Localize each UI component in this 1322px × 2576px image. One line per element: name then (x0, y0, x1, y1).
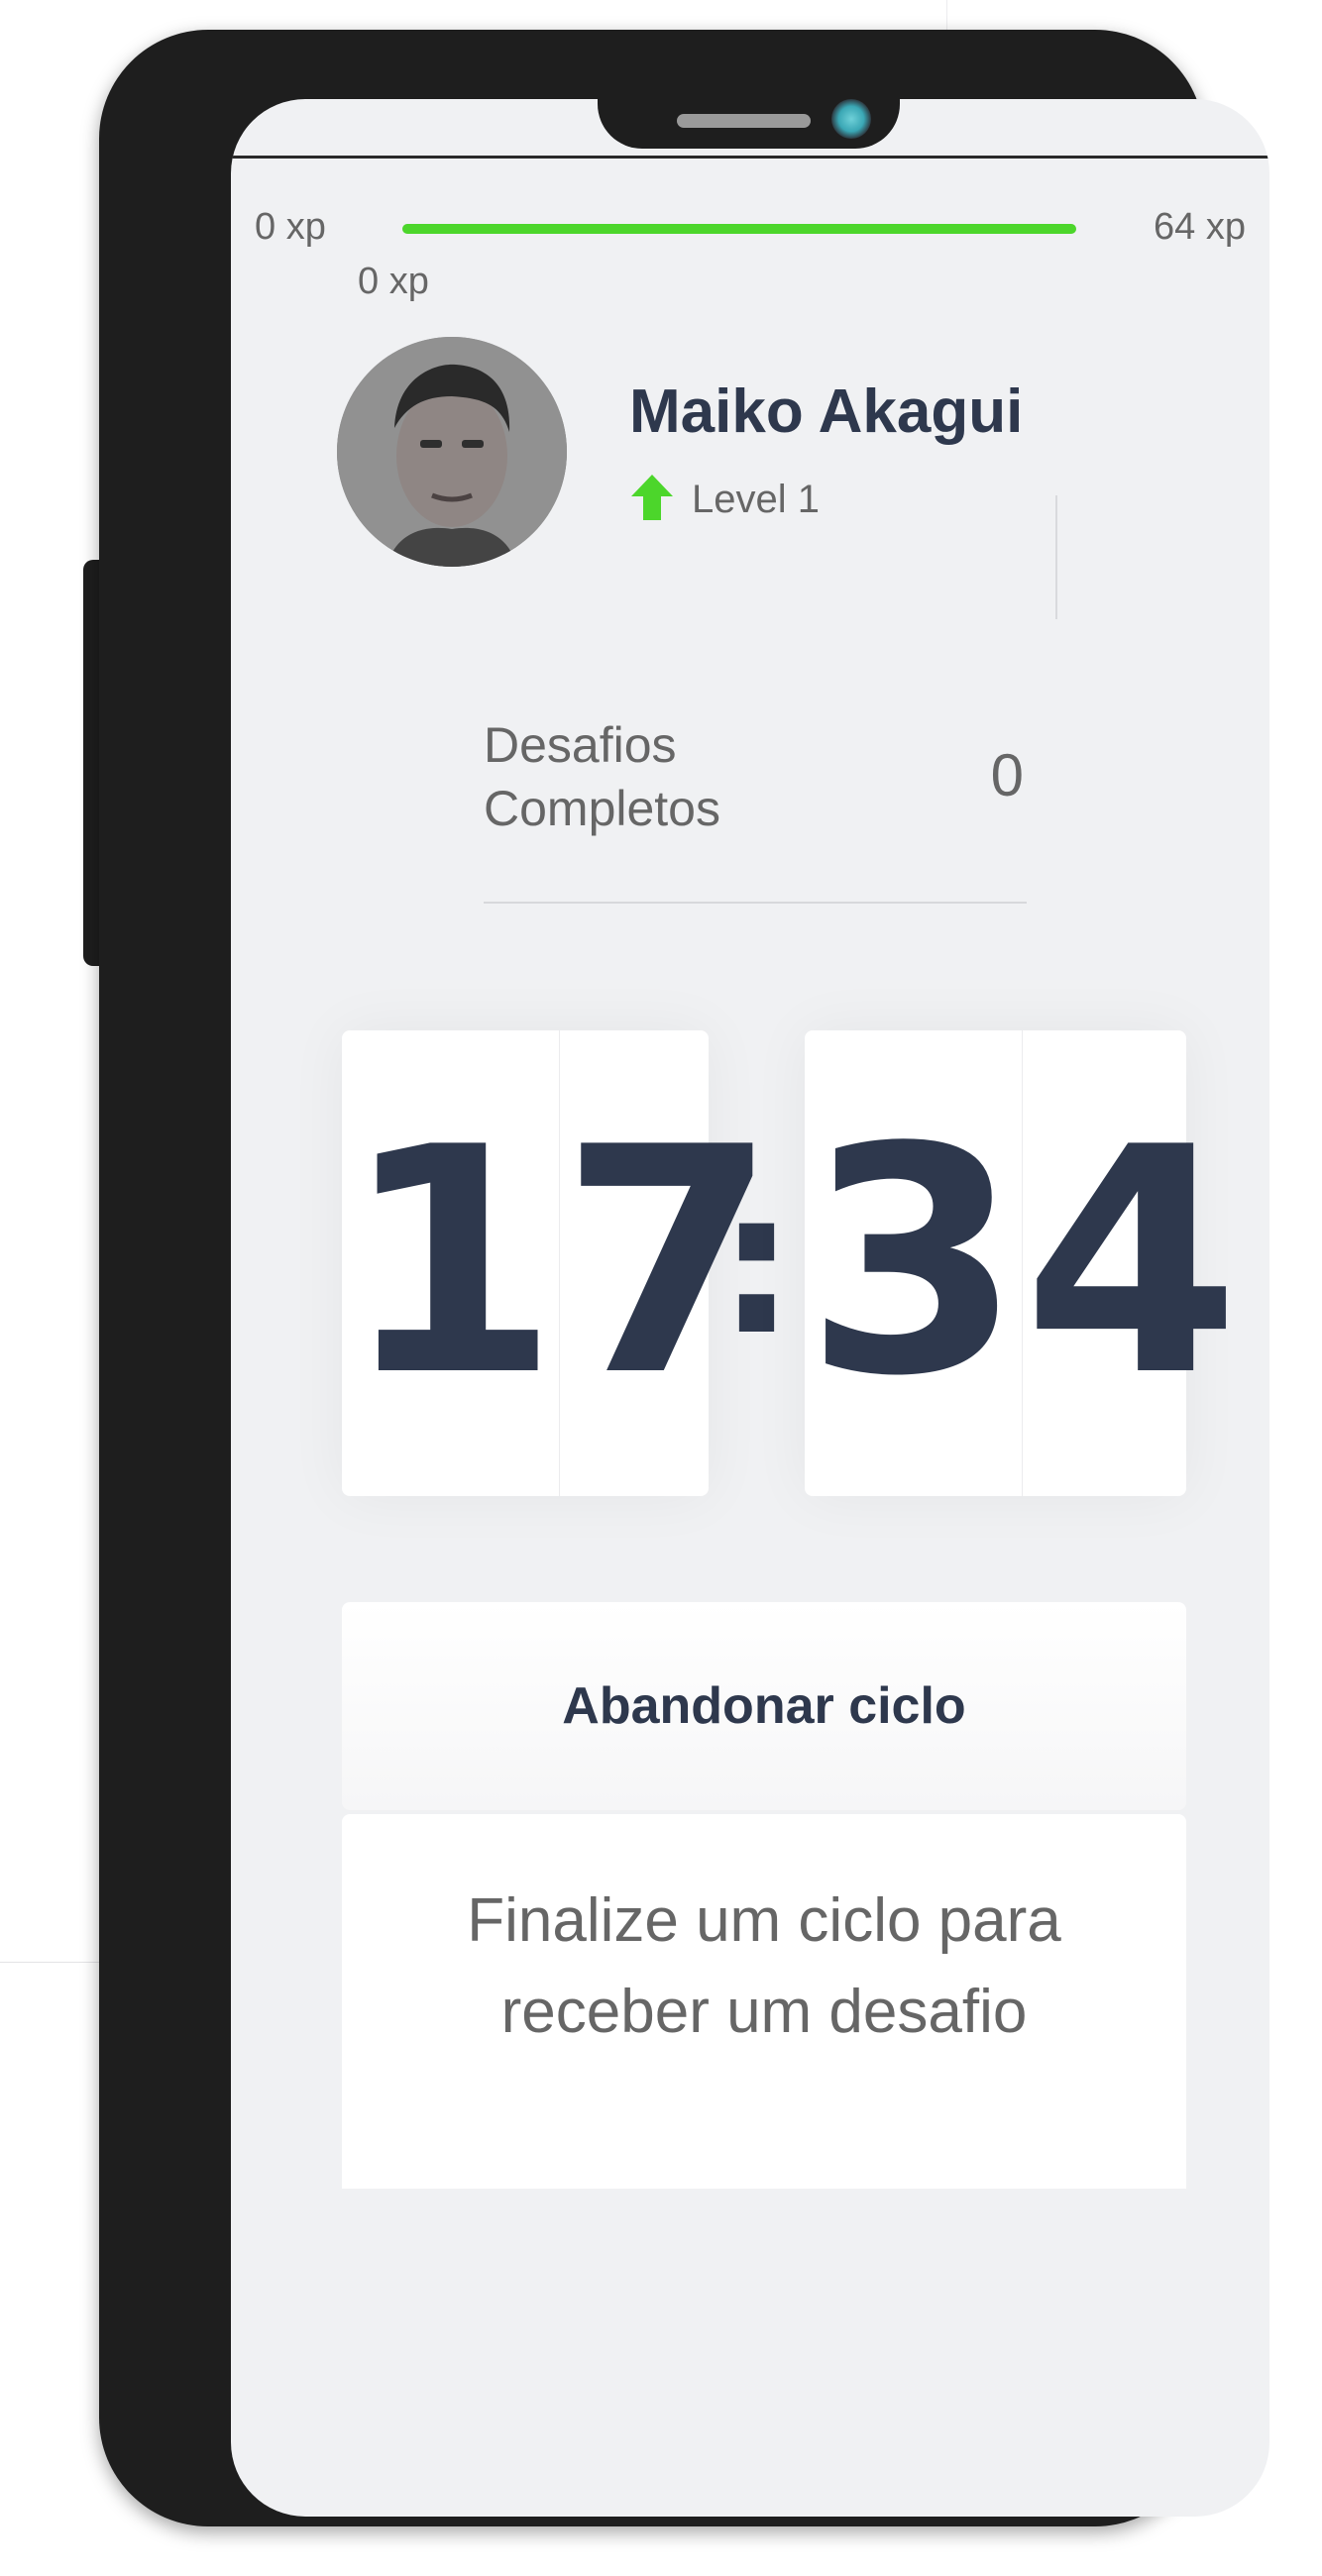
app-screen: 0 xp 64 xp 0 xp Maiko Akagui Level 1 Des… (231, 99, 1269, 2517)
second-digit-left: 3 (805, 1030, 1024, 1496)
xp-max-label: 64 xp (1154, 206, 1246, 248)
completed-challenges-label-line1: Desafios (484, 717, 677, 773)
phone-frame: 0 xp 64 xp 0 xp Maiko Akagui Level 1 Des… (99, 30, 1269, 2526)
challenge-empty-message: Finalize um ciclo para receber um desafi… (342, 1876, 1186, 2058)
challenge-box: Finalize um ciclo para receber um desafi… (342, 1814, 1186, 2189)
stats-divider (484, 902, 1027, 904)
status-bar-line (231, 156, 1269, 159)
level-label: Level 1 (692, 478, 820, 521)
divider-vertical (1055, 495, 1057, 619)
xp-min-label: 0 xp (255, 206, 326, 248)
challenge-message-line2: receber um desafio (500, 1978, 1028, 2046)
abandon-cycle-button[interactable]: Abandonar ciclo (342, 1602, 1186, 1810)
completed-challenges-label-line2: Completos (484, 781, 720, 836)
minute-digit-left: 1 (342, 1030, 561, 1496)
experience-bar-fill (402, 224, 1076, 234)
completed-challenges-label: Desafios Completos (484, 713, 720, 840)
countdown-separator: : (716, 1147, 797, 1379)
completed-challenges-count: 0 (990, 742, 1024, 808)
experience-bar (402, 224, 1076, 234)
countdown-seconds: 3 4 (805, 1030, 1240, 1496)
countdown-minutes: 1 7 (342, 1030, 777, 1496)
profile-name: Maiko Akagui (629, 377, 1024, 446)
front-camera-icon (831, 99, 871, 139)
avatar (337, 337, 567, 567)
challenge-message-line1: Finalize um ciclo para (467, 1886, 1061, 1955)
avatar-photo (337, 337, 567, 567)
second-digit-right: 4 (1023, 1081, 1241, 1445)
phone-notch (598, 99, 900, 149)
level-up-arrow-icon (631, 475, 673, 520)
xp-current-label: 0 xp (358, 261, 429, 302)
speaker-grille (677, 114, 811, 128)
